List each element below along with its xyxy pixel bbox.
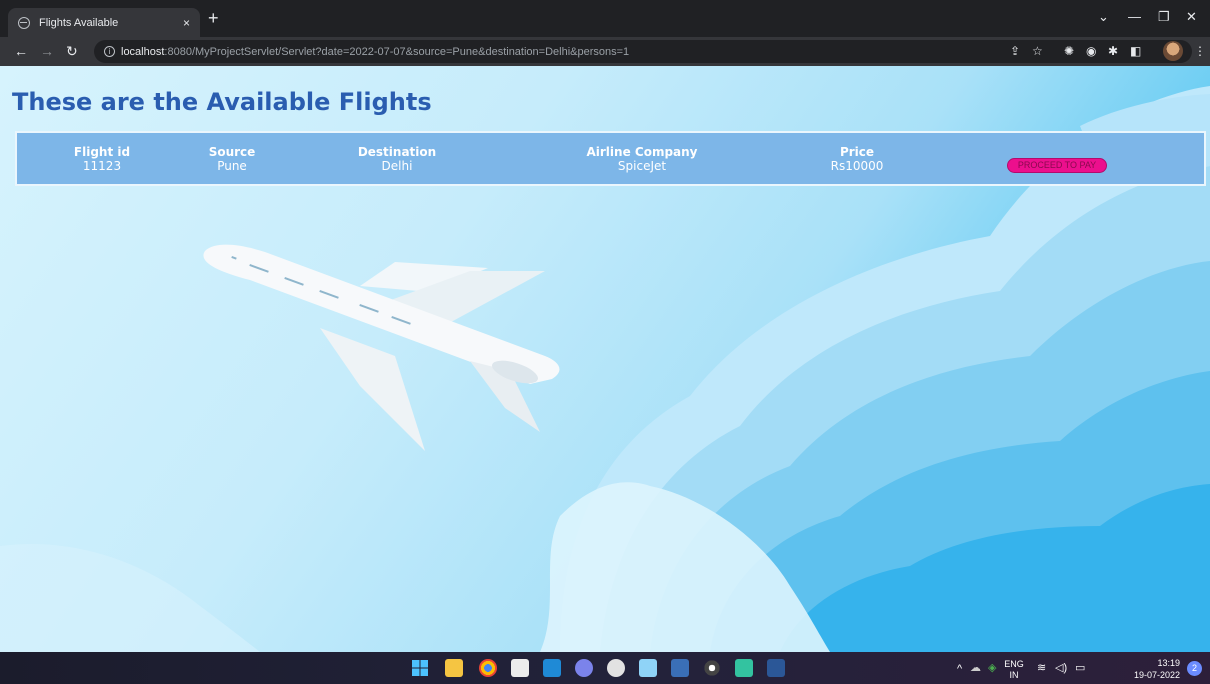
value-price: Rs10000 xyxy=(830,159,884,173)
tab-close-button[interactable]: × xyxy=(183,16,190,30)
tray-chevron-up-icon[interactable]: ^ xyxy=(957,663,962,675)
app-icon[interactable] xyxy=(607,659,625,677)
vscode-icon[interactable] xyxy=(543,659,561,677)
url-path: :8080/MyProjectServlet/Servlet?date=2022… xyxy=(164,45,630,58)
value-flight-id: 11123 xyxy=(82,159,122,173)
proceed-to-pay-button[interactable]: PROCEED TO PAY xyxy=(1007,158,1107,173)
reload-icon[interactable]: ↻ xyxy=(66,43,78,59)
battery-icon[interactable]: ▭ xyxy=(1075,662,1085,674)
snip-tool-icon[interactable] xyxy=(671,659,689,677)
windows-start-icon[interactable] xyxy=(411,659,429,677)
chrome-icon[interactable] xyxy=(479,659,497,677)
col-airline-company: Airline Company SpiceJet xyxy=(577,145,707,174)
clock-time[interactable]: 13:19 xyxy=(1130,658,1180,668)
value-airline-company: SpiceJet xyxy=(617,159,667,173)
globe-icon xyxy=(18,16,30,29)
language-indicator-bottom[interactable]: IN xyxy=(1004,670,1024,680)
store-icon[interactable] xyxy=(511,659,529,677)
col-source: Source Pune xyxy=(202,145,262,174)
header-price: Price xyxy=(839,145,875,159)
flight-row: Flight id 11123 Source Pune Destination … xyxy=(15,131,1206,186)
site-info-icon[interactable]: i xyxy=(104,46,115,57)
header-flight-id: Flight id xyxy=(73,145,131,159)
address-bar[interactable]: i localhost :8080/MyProjectServlet/Servl… xyxy=(94,40,1192,63)
header-source: Source xyxy=(208,145,256,159)
tab-title: Flights Available xyxy=(39,16,119,29)
language-indicator-top[interactable]: ENG xyxy=(1004,659,1024,669)
wifi-icon[interactable]: ≋ xyxy=(1037,662,1046,674)
tab-strip: Flights Available × + ⌄ — ❐ ✕ xyxy=(0,0,1210,37)
taskbar: ^ ☁ ◈ ENG IN ≋ ◁) ▭ 13:19 19-07-2022 xyxy=(0,652,1210,684)
window-close-button[interactable]: ✕ xyxy=(1186,10,1197,24)
browser-toolbar: ← → ↻ i localhost :8080/MyProjectServlet… xyxy=(0,37,1210,66)
value-destination: Delhi xyxy=(381,159,413,173)
col-destination: Destination Delhi xyxy=(352,145,442,174)
col-flight-id: Flight id 11123 xyxy=(72,145,132,174)
tab-search-icon[interactable]: ⌄ xyxy=(1098,10,1109,24)
extension-record-icon[interactable]: ◉ xyxy=(1086,44,1096,58)
col-price: Price Rs10000 xyxy=(817,145,897,174)
forward-arrow-icon[interactable]: → xyxy=(40,43,54,59)
maximize-button[interactable]: ❐ xyxy=(1158,10,1170,24)
minimize-button[interactable]: — xyxy=(1128,10,1141,24)
url-host: localhost xyxy=(121,45,165,58)
notification-badge[interactable]: 2 xyxy=(1187,661,1202,676)
clock-date[interactable]: 19-07-2022 xyxy=(1120,670,1180,680)
tray-app-icon[interactable]: ◈ xyxy=(988,662,996,674)
new-tab-button[interactable]: + xyxy=(208,9,219,27)
page-title: These are the Available Flights xyxy=(12,88,432,116)
header-airline-company: Airline Company xyxy=(586,145,698,159)
page-viewport: These are the Available Flights Flight i… xyxy=(0,66,1210,652)
profile-avatar[interactable] xyxy=(1163,41,1183,61)
header-destination: Destination xyxy=(357,145,437,159)
side-panel-icon[interactable]: ◧ xyxy=(1130,44,1141,58)
browser-tab[interactable]: Flights Available × xyxy=(8,8,200,37)
bookmark-star-icon[interactable]: ☆ xyxy=(1032,44,1043,58)
extension-icon[interactable]: ✺ xyxy=(1064,44,1074,58)
eclipse-icon[interactable] xyxy=(703,659,721,677)
menu-kebab-icon[interactable]: ⋮ xyxy=(1194,44,1206,58)
word-icon[interactable] xyxy=(767,659,785,677)
teams-icon[interactable] xyxy=(575,659,593,677)
back-arrow-icon[interactable]: ← xyxy=(14,43,28,59)
value-source: Pune xyxy=(217,159,247,173)
tray-weather-icon[interactable]: ☁ xyxy=(970,662,981,674)
extensions-puzzle-icon[interactable]: ✱ xyxy=(1108,44,1118,58)
airplane-illustration xyxy=(203,244,560,451)
share-icon[interactable]: ⇪ xyxy=(1010,44,1020,58)
notes-icon[interactable] xyxy=(735,659,753,677)
notepad-icon[interactable] xyxy=(639,659,657,677)
volume-icon[interactable]: ◁) xyxy=(1055,662,1067,674)
file-explorer-icon[interactable] xyxy=(445,659,463,677)
